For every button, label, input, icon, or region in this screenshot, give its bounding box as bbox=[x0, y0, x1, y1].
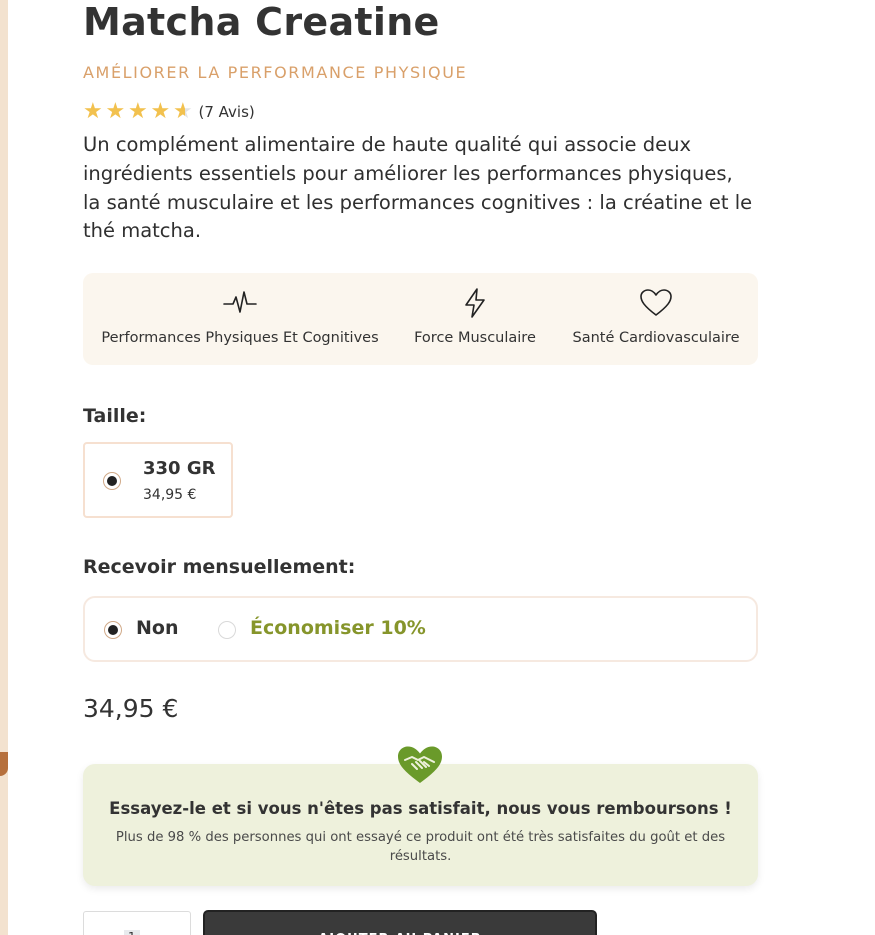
product-subtitle: AMÉLIORER LA PERFORMANCE PHYSIQUE bbox=[83, 63, 468, 82]
handshake-heart-icon bbox=[398, 746, 442, 783]
subscription-radio-non[interactable] bbox=[104, 621, 122, 639]
heart-icon bbox=[566, 285, 746, 321]
size-option-price: 34,95 € bbox=[143, 487, 197, 503]
size-radio[interactable] bbox=[103, 472, 121, 490]
star-icon: ★ bbox=[150, 99, 171, 124]
lightning-icon bbox=[405, 285, 545, 321]
guarantee-panel: Essayez-le et si vous n'êtes pas satisfa… bbox=[83, 746, 758, 886]
quantity-stepper[interactable]: 1 bbox=[83, 911, 191, 935]
product-description: Un complément alimentaire de haute quali… bbox=[83, 133, 753, 243]
guarantee-text: Plus de 98 % des personnes qui ont essay… bbox=[115, 830, 726, 864]
product-rating[interactable]: ★ ★ ★ ★ ★ (7 Avis) bbox=[83, 100, 255, 124]
subscription-label: Recevoir mensuellement: bbox=[83, 556, 356, 578]
size-option-330gr[interactable]: 330 GR 34,95 € bbox=[83, 442, 233, 518]
guarantee-title: Essayez-le et si vous n'êtes pas satisfa… bbox=[109, 799, 732, 818]
size-label: Taille: bbox=[83, 405, 147, 427]
reviews-count[interactable]: (7 Avis) bbox=[199, 103, 255, 121]
half-star-icon: ★ bbox=[173, 100, 196, 124]
left-edge-strip bbox=[0, 0, 8, 935]
benefit-label: Performances Physiques Et Cognitives bbox=[101, 330, 379, 346]
benefit-cardio: Santé Cardiovasculaire bbox=[566, 285, 746, 346]
benefit-label: Santé Cardiovasculaire bbox=[572, 330, 740, 346]
star-icon: ★ bbox=[128, 99, 148, 124]
benefit-label: Force Musculaire bbox=[414, 330, 536, 346]
benefit-strength: Force Musculaire bbox=[405, 285, 545, 346]
star-icon: ★ bbox=[105, 99, 126, 124]
subscription-option-save[interactable]: Économiser 10% bbox=[250, 617, 426, 639]
product-price: 34,95 € bbox=[83, 694, 179, 723]
rating-stars: ★ ★ ★ ★ ★ bbox=[83, 100, 196, 124]
add-to-cart-button[interactable]: AJOUTER AU PANIER bbox=[203, 910, 597, 935]
quantity-value[interactable]: 1 bbox=[124, 930, 140, 935]
pulse-icon bbox=[96, 285, 384, 321]
subscription-options: Non Économiser 10% bbox=[83, 596, 758, 662]
subscription-radio-save[interactable] bbox=[218, 621, 236, 639]
star-icon: ★ bbox=[83, 99, 103, 124]
benefits-panel: Performances Physiques Et Cognitives For… bbox=[83, 273, 758, 365]
subscription-option-non[interactable]: Non bbox=[136, 617, 178, 639]
benefit-performance: Performances Physiques Et Cognitives bbox=[96, 285, 384, 346]
product-title: Matcha Creatine bbox=[83, 0, 440, 44]
size-option-name: 330 GR bbox=[143, 458, 216, 479]
